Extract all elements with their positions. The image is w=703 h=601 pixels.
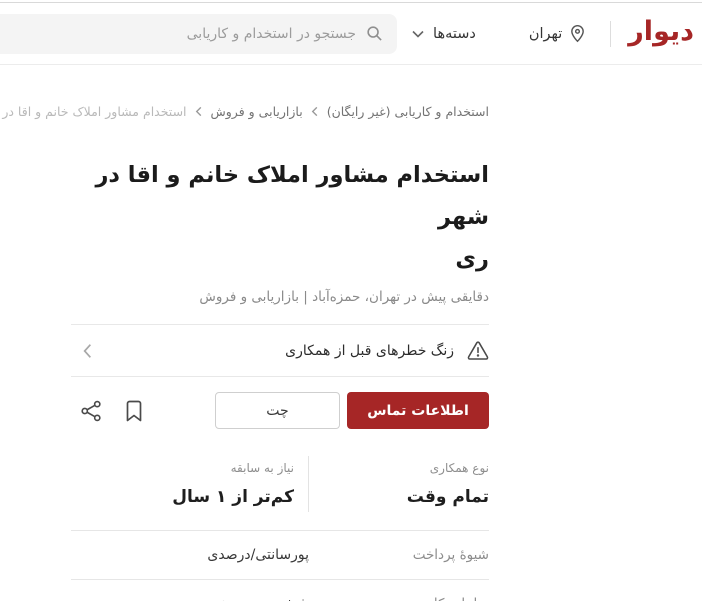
action-buttons-row: اطلاعات تماس چت <box>55 392 490 429</box>
bookmark-button[interactable] <box>126 400 144 422</box>
detail-label: شیوهٔ پرداخت <box>413 547 490 563</box>
warning-banner[interactable]: زنگ خطرهای قبل از همکاری <box>72 324 490 377</box>
detail-value: پورسانتی/درصدی <box>208 547 310 563</box>
categories-menu[interactable]: دسته‌ها <box>413 26 477 42</box>
breadcrumb-separator-icon <box>195 105 205 120</box>
ad-title-line-2: ری <box>456 246 490 272</box>
ad-subtitle: دقایقی پیش در تهران، حمزه‌آباد | بازاریا… <box>200 289 490 305</box>
header-divider <box>611 20 613 47</box>
warning-label: زنگ خطرهای قبل از همکاری <box>286 342 455 359</box>
divar-logo[interactable]: دیوار <box>629 18 695 49</box>
search-icon <box>367 25 384 42</box>
breadcrumb-item-current: استخدام مشاور املاک خانم و اقا در شهر ری <box>0 104 188 119</box>
categories-label: دسته‌ها <box>434 25 477 42</box>
search-input[interactable] <box>14 25 358 42</box>
warning-triangle-icon <box>468 340 490 361</box>
detail-row-payment: شیوهٔ پرداخت پورسانتی/درصدی <box>72 530 490 579</box>
stat-experience: نیاز به سابقه کم‌تر از ۱ سال <box>72 456 310 512</box>
stat-cooperation-type: نوع همکاری تمام وقت <box>310 456 490 512</box>
job-stats: نوع همکاری تمام وقت نیاز به سابقه کم‌تر … <box>72 456 490 512</box>
bookmark-icon <box>126 400 144 422</box>
job-details: شیوهٔ پرداخت پورسانتی/درصدی ساعات کاری ش… <box>72 530 490 601</box>
breadcrumb-item-subcategory[interactable]: بازاریابی و فروش <box>212 104 304 119</box>
location-pin-icon <box>570 24 587 43</box>
ad-title: استخدام مشاور املاک خانم و اقا در شهر ری <box>55 154 490 280</box>
breadcrumb-separator-icon <box>311 105 321 120</box>
chevron-left-icon <box>82 343 95 359</box>
share-icon <box>81 399 104 423</box>
stat-value: کم‌تر از ۱ سال <box>173 487 295 507</box>
detail-value: شیفت صبح و عصر <box>72 596 310 601</box>
city-selector[interactable]: تهران <box>530 24 587 43</box>
detail-row-hours: ساعات کاری شیفت صبح و عصر <box>72 579 490 601</box>
breadcrumb: استخدام و کاریابی (غیر رایگان) بازاریابی … <box>0 103 490 121</box>
share-button[interactable] <box>81 399 104 423</box>
contact-info-button[interactable]: اطلاعات تماس <box>348 392 490 429</box>
stat-label: نیاز به سابقه <box>231 461 295 475</box>
chat-button[interactable]: چت <box>216 392 341 429</box>
search-box[interactable] <box>0 13 399 54</box>
detail-label: ساعات کاری <box>310 596 490 601</box>
breadcrumb-item-category[interactable]: استخدام و کاریابی (غیر رایگان) <box>328 104 490 119</box>
main-header: دیوار تهران دسته‌ها <box>0 2 703 65</box>
ad-title-line-1: استخدام مشاور املاک خانم و اقا در شهر <box>96 162 490 230</box>
city-label: تهران <box>529 25 564 42</box>
chevron-down-icon <box>413 30 425 38</box>
ad-page-content: استخدام و کاریابی (غیر رایگان) بازاریابی … <box>0 103 490 601</box>
stat-label: نوع همکاری <box>430 461 490 475</box>
stat-value: تمام وقت <box>407 487 490 507</box>
